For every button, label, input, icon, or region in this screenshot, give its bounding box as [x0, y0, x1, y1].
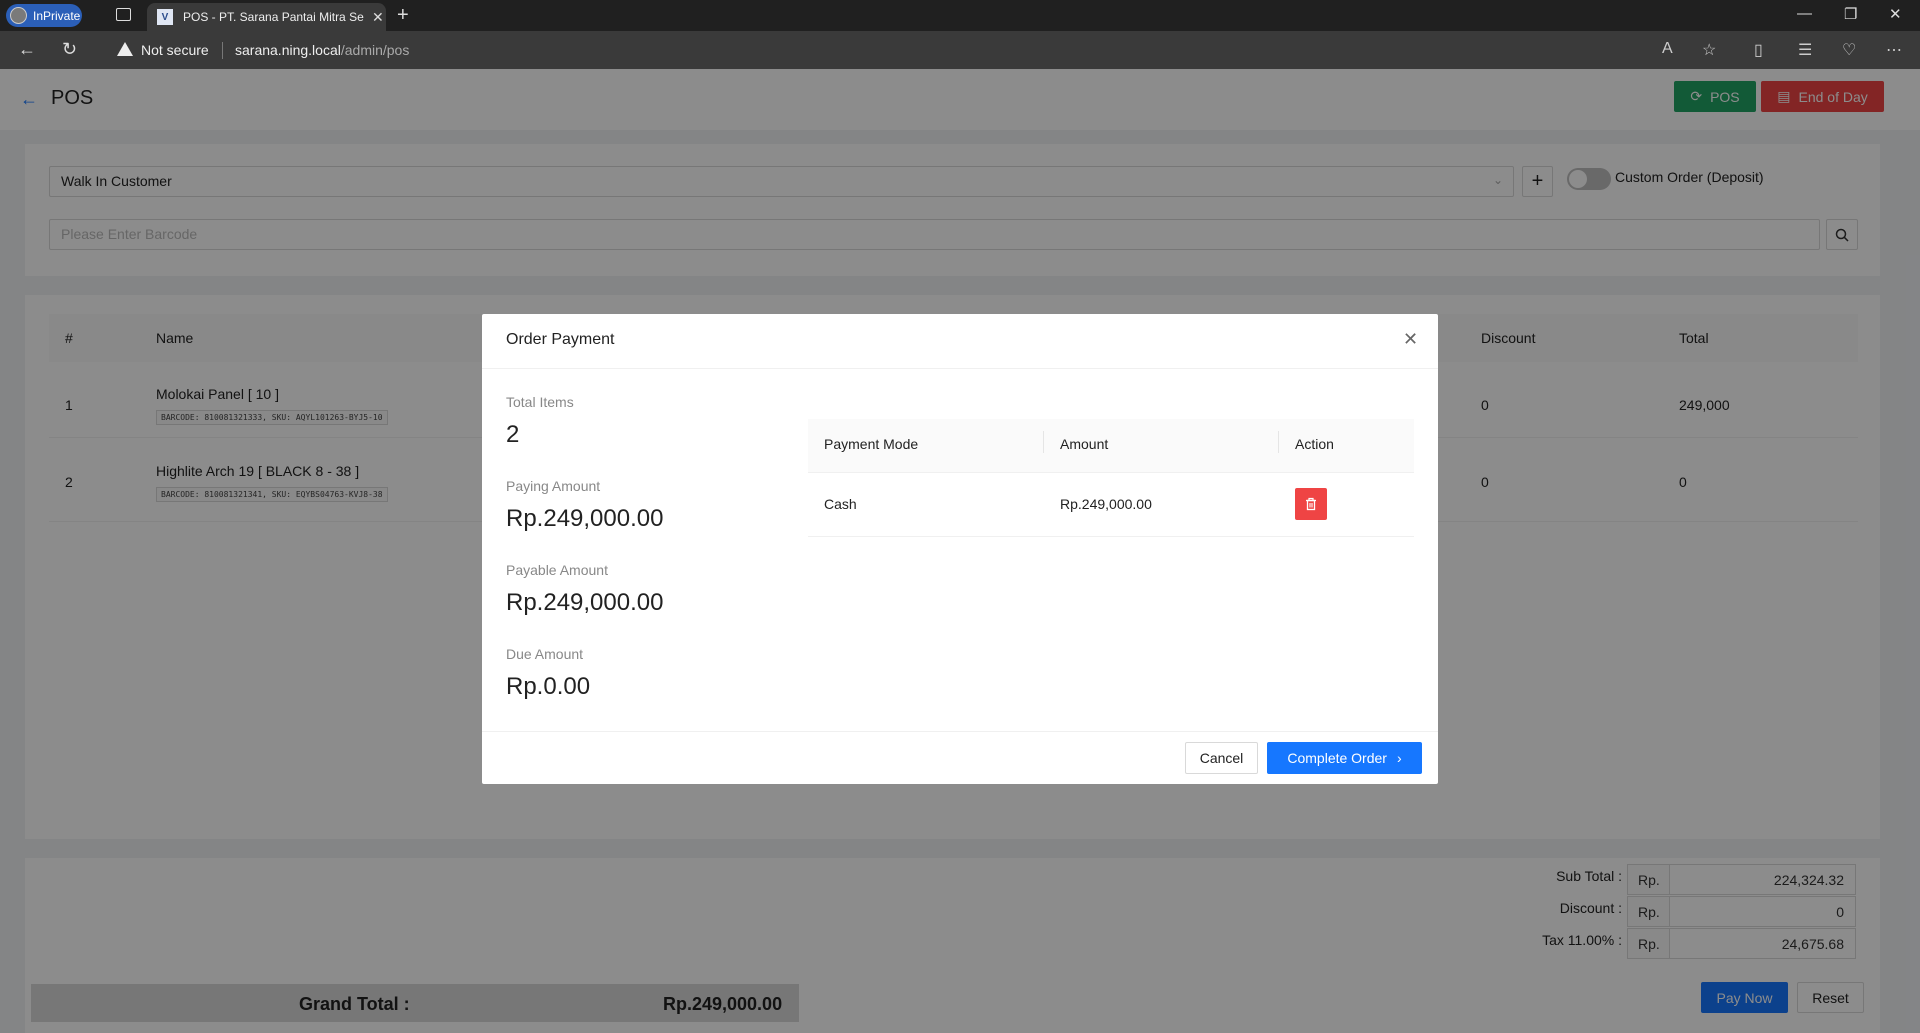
inprivate-badge[interactable]: InPrivate: [6, 4, 82, 27]
trash-icon: [1306, 497, 1316, 511]
browser-essentials-icon[interactable]: ♡: [1842, 40, 1856, 60]
new-tab-icon[interactable]: +: [397, 4, 409, 27]
restore-icon[interactable]: ❐: [1844, 5, 1857, 23]
browser-tab-active[interactable]: V POS - PT. Sarana Pantai Mitra Se ✕: [147, 3, 386, 31]
profile-avatar: [10, 7, 27, 24]
warning-icon: [117, 42, 133, 56]
cancel-button[interactable]: Cancel: [1185, 742, 1258, 774]
col-action: Action: [1295, 436, 1334, 452]
tab-close-icon[interactable]: ✕: [372, 9, 384, 26]
modal-header: [482, 314, 1438, 369]
chevron-right-icon: ›: [1396, 750, 1402, 766]
delete-payment-button[interactable]: [1295, 488, 1327, 520]
inprivate-label: InPrivate: [33, 8, 81, 23]
refresh-icon[interactable]: ↻: [62, 39, 77, 60]
split-screen-icon[interactable]: ▯: [1754, 40, 1763, 60]
modal-title: Order Payment: [506, 331, 615, 348]
favorites-icon[interactable]: ☰: [1798, 40, 1812, 60]
total-items-value: 2: [506, 421, 520, 448]
col-amount: Amount: [1060, 436, 1109, 452]
back-icon[interactable]: ←: [18, 39, 36, 60]
browser-tabbar: InPrivate V POS - PT. Sarana Pantai Mitr…: [0, 0, 1920, 31]
column-divider: [1278, 431, 1279, 453]
security-indicator[interactable]: Not secure: [141, 42, 209, 58]
more-options-icon[interactable]: ⋯: [1886, 40, 1902, 60]
browser-addressbar: ← ↻ Not secure sarana.ning.local/admin/p…: [0, 31, 1920, 69]
paying-amount-label: Paying Amount: [506, 478, 601, 494]
payment-amount-cell: Rp.249,000.00: [1060, 496, 1152, 512]
url-path: /admin/pos: [340, 42, 410, 58]
url-separator: [222, 42, 223, 59]
due-amount-value: Rp.0.00: [506, 673, 591, 700]
due-amount-label: Due Amount: [506, 646, 584, 662]
tab-title: POS - PT. Sarana Pantai Mitra Se: [183, 10, 364, 24]
payments-row-divider: [808, 536, 1414, 537]
column-divider: [1043, 431, 1044, 453]
payable-amount-value: Rp.249,000.00: [506, 589, 664, 616]
favicon-icon: V: [157, 9, 173, 25]
col-payment-mode: Payment Mode: [824, 436, 919, 452]
window-close-icon[interactable]: ✕: [1889, 5, 1902, 23]
complete-order-label: Complete Order: [1287, 750, 1387, 766]
complete-order-button[interactable]: Complete Order ›: [1267, 742, 1422, 774]
payment-mode-cell: Cash: [824, 496, 857, 512]
payable-amount-label: Payable Amount: [506, 562, 608, 578]
order-payment-modal: Order Payment ✕ Total Items 2 Paying Amo…: [482, 314, 1438, 784]
url-field[interactable]: sarana.ning.local/admin/pos: [235, 42, 409, 58]
close-icon[interactable]: ✕: [1403, 329, 1418, 350]
favorite-star-icon[interactable]: ☆: [1702, 40, 1716, 60]
total-items-label: Total Items: [506, 394, 574, 410]
url-host: sarana.ning.local: [235, 42, 341, 58]
paying-amount-value: Rp.249,000.00: [506, 505, 664, 532]
tab-actions-icon[interactable]: [116, 8, 131, 21]
read-aloud-icon[interactable]: A: [1662, 40, 1673, 58]
minimize-icon[interactable]: —: [1797, 5, 1812, 22]
